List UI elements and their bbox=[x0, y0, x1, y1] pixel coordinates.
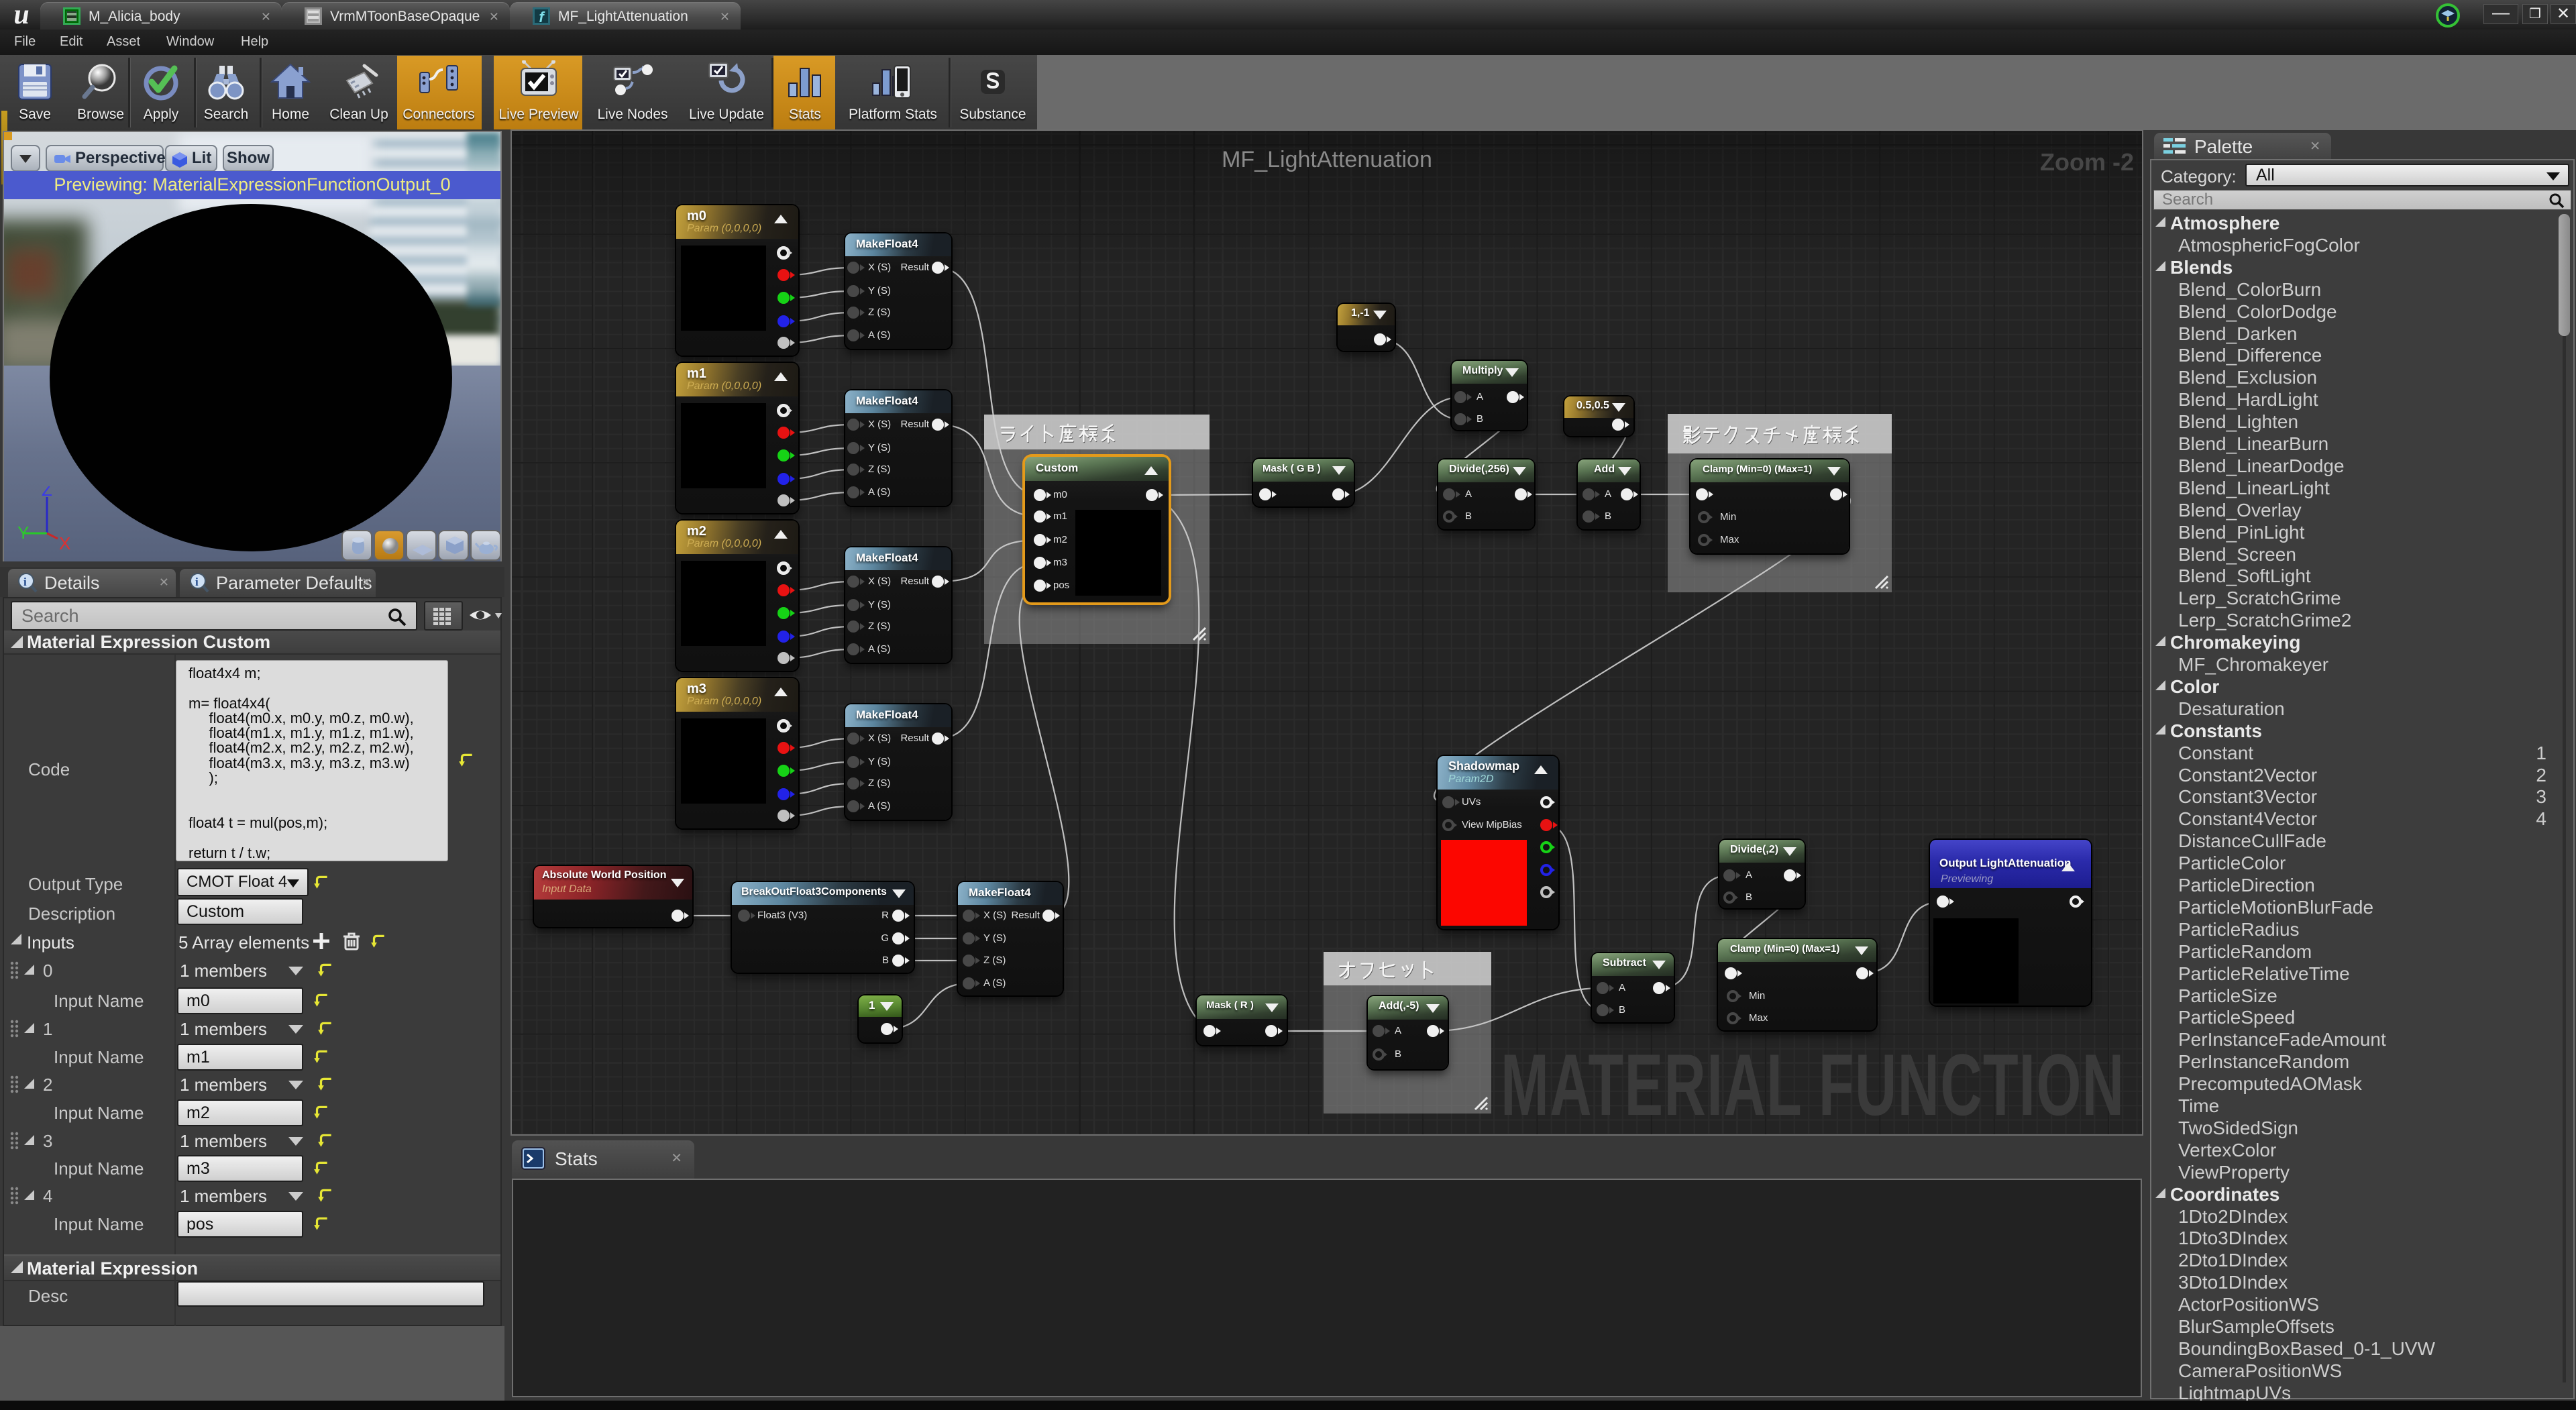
svg-text:X: X bbox=[59, 533, 70, 553]
svg-text:Y: Y bbox=[17, 523, 29, 543]
svg-text:i: i bbox=[195, 576, 199, 588]
svg-text:Z: Z bbox=[42, 486, 52, 500]
svg-text:i: i bbox=[23, 576, 27, 588]
